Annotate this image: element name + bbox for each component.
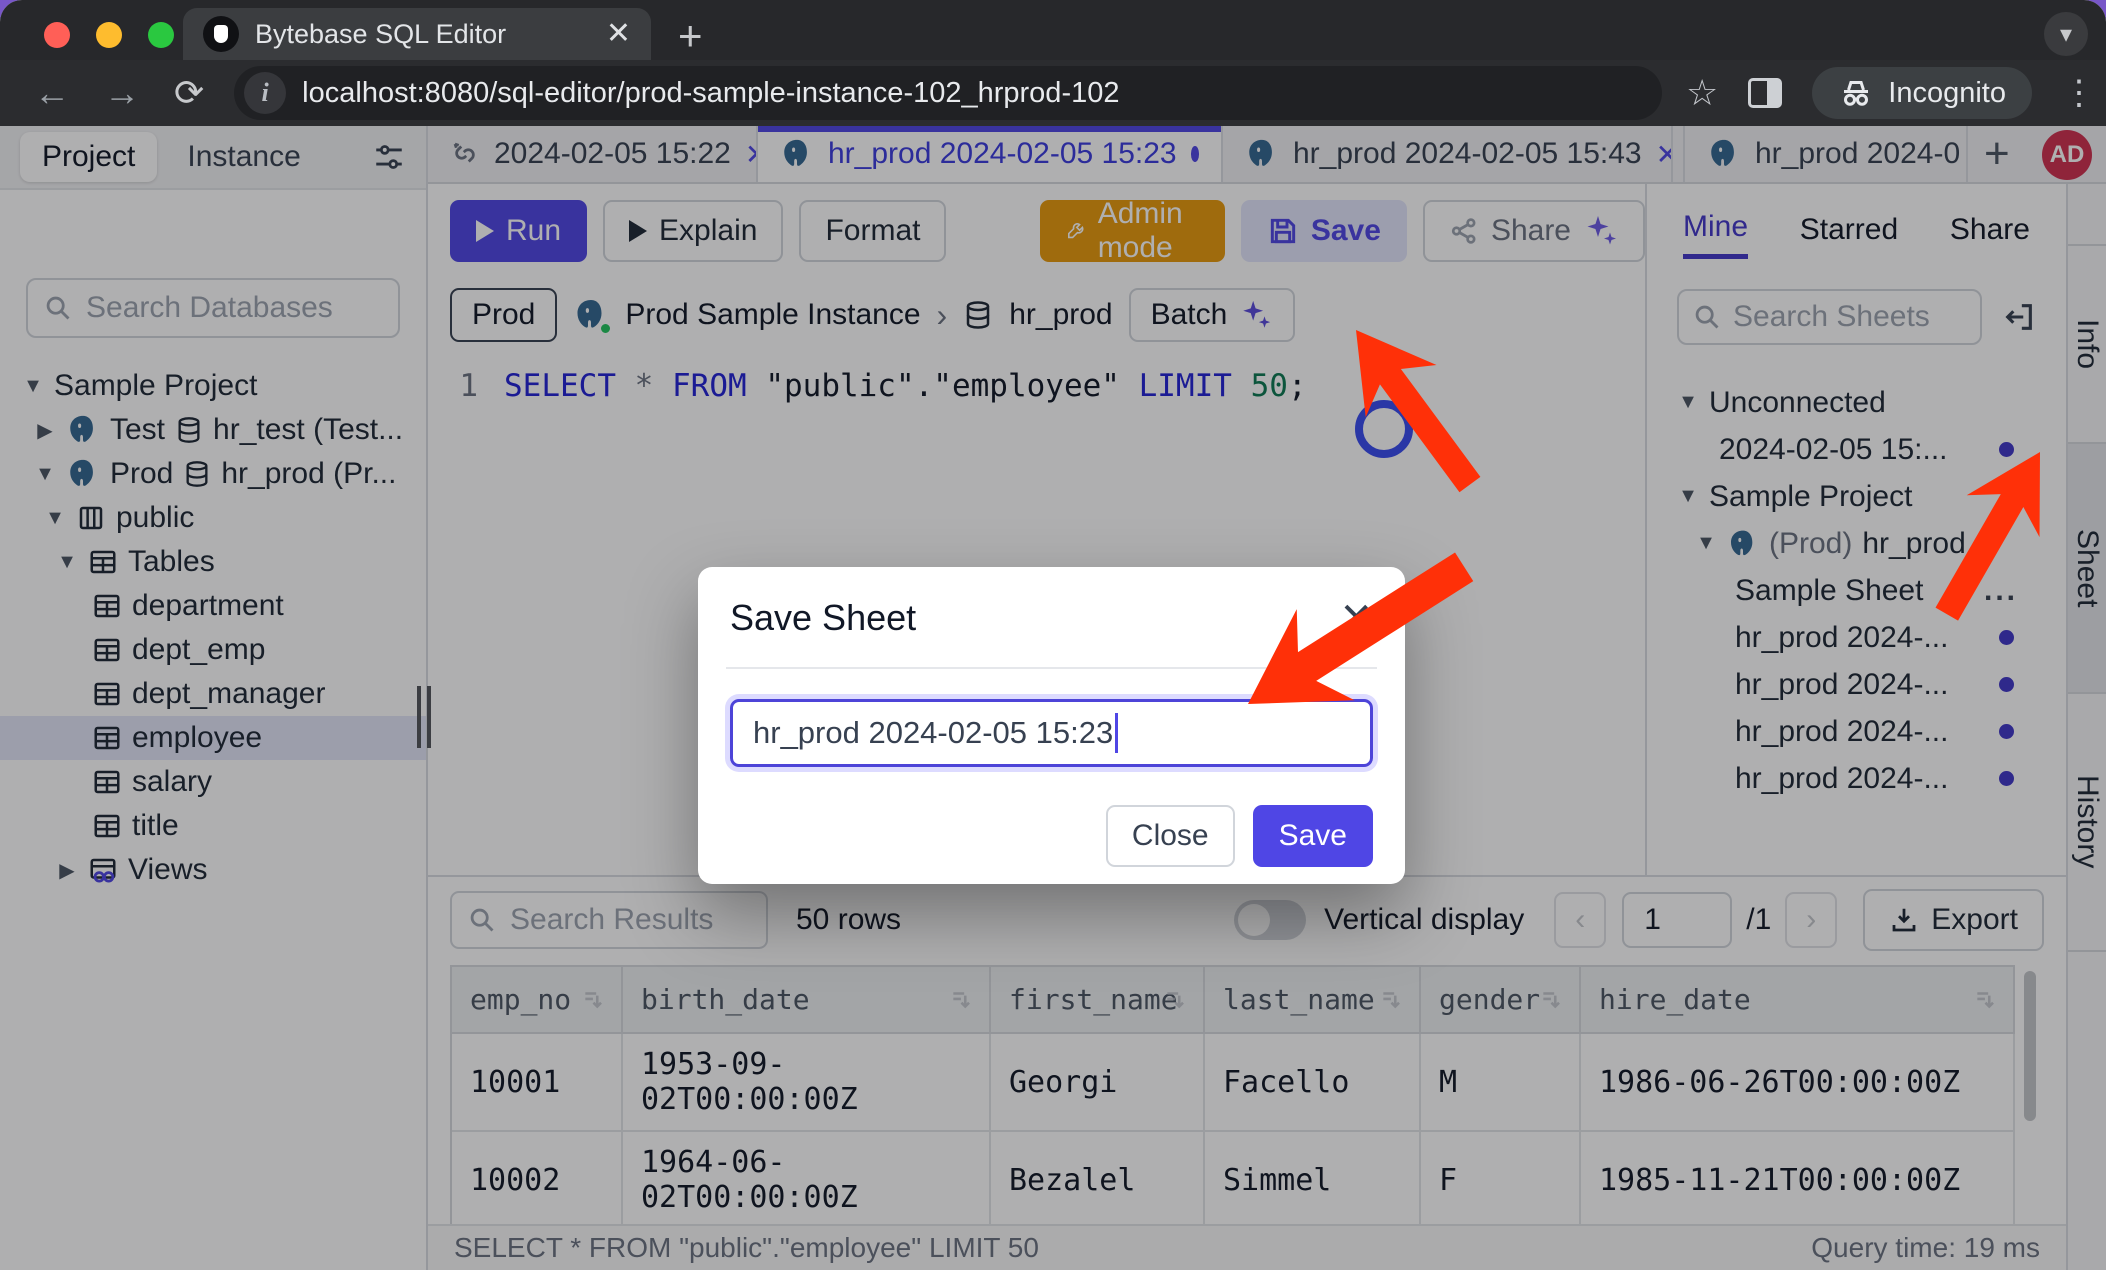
url-bar[interactable]: i localhost:8080/sql-editor/prod-sample-… [234,66,1662,120]
zoom-window-button[interactable] [148,22,174,48]
browser-menu-icon[interactable]: ⋮ [2062,73,2096,113]
minimize-window-button[interactable] [96,22,122,48]
bytebase-favicon-icon [203,16,239,52]
bookmark-star-icon[interactable]: ☆ [1686,72,1718,114]
new-tab-button[interactable]: + [678,12,703,60]
tab-close-icon[interactable]: ✕ [606,19,631,49]
browser-titlebar: Bytebase SQL Editor ✕ + ▾ [0,0,2106,60]
close-window-button[interactable] [44,22,70,48]
side-panel-icon[interactable] [1748,78,1782,108]
reload-icon[interactable]: ⟳ [174,72,204,114]
url-text: localhost:8080/sql-editor/prod-sample-in… [302,77,1119,110]
bytebase-app: Project Instance Search Databases ▼ Samp… [0,126,2106,1270]
browser-tab[interactable]: Bytebase SQL Editor ✕ [183,8,651,60]
dialog-close-icon[interactable]: ✕ [1339,598,1373,638]
browser-tab-title: Bytebase SQL Editor [255,19,590,50]
dialog-title: Save Sheet [730,597,916,639]
text-caret [1115,713,1118,753]
window-controls [44,22,174,48]
incognito-icon [1838,78,1874,108]
browser-window: Bytebase SQL Editor ✕ + ▾ ← → ⟳ i localh… [0,0,2106,1270]
incognito-label: Incognito [1888,77,2006,110]
sheet-name-input[interactable]: hr_prod 2024-02-05 15:23 [730,699,1373,767]
dialog-close-button[interactable]: Close [1106,805,1235,867]
browser-navbar: ← → ⟳ i localhost:8080/sql-editor/prod-s… [0,60,2106,126]
back-icon[interactable]: ← [34,72,70,114]
incognito-badge: Incognito [1812,67,2032,119]
tab-search-chevron-icon[interactable]: ▾ [2044,12,2088,56]
save-sheet-dialog: Save Sheet ✕ hr_prod 2024-02-05 15:23 Cl… [698,567,1405,884]
dialog-save-button[interactable]: Save [1253,805,1373,867]
forward-icon[interactable]: → [104,72,140,114]
site-info-icon[interactable]: i [244,72,286,114]
dialog-divider [726,667,1377,669]
